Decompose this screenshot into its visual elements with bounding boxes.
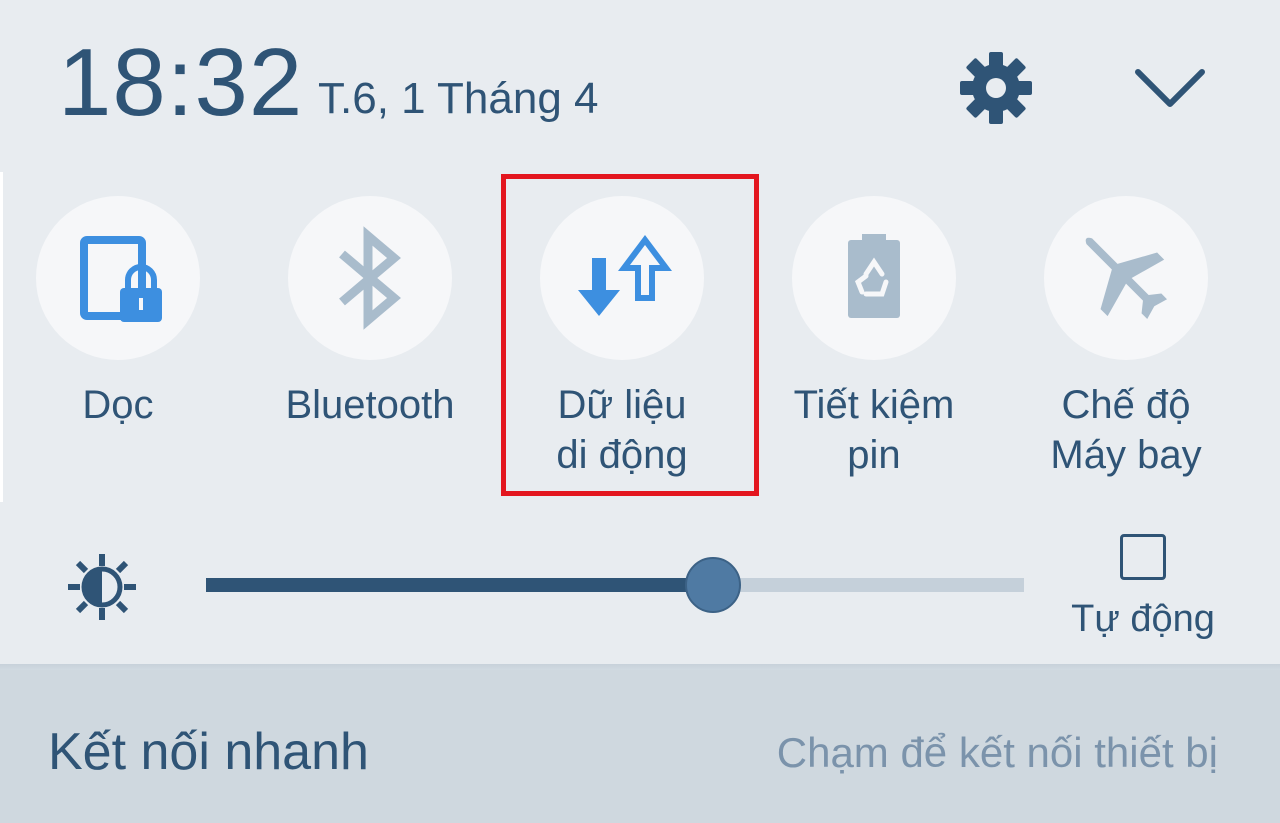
slider-track-fill xyxy=(206,578,713,592)
tile-label: Bluetooth xyxy=(285,383,455,427)
airplane-icon xyxy=(1085,237,1168,320)
brightness-slider[interactable] xyxy=(206,557,1024,613)
quick-connect-title: Kết nối nhanh xyxy=(48,723,369,781)
tile-circle xyxy=(792,196,956,360)
battery-saver-icon xyxy=(848,234,900,318)
tile-circle xyxy=(36,196,200,360)
tile-label: Dọc xyxy=(82,383,154,427)
highlight-box xyxy=(501,174,759,496)
bluetooth-icon xyxy=(339,226,401,330)
tile-label-line1: Chế độ xyxy=(1061,383,1191,427)
tile-portrait[interactable]: Dọc xyxy=(0,196,238,496)
clock-time: 18:32 xyxy=(58,29,304,136)
tile-airplane-mode[interactable]: Chế độ Máy bay xyxy=(1006,196,1246,496)
tile-label-line2: Máy bay xyxy=(1050,433,1202,477)
tile-label-line1: Tiết kiệm xyxy=(793,383,955,427)
auto-brightness-label: Tự động xyxy=(1071,598,1215,640)
auto-brightness-checkbox[interactable] xyxy=(1120,534,1166,580)
expand-button[interactable] xyxy=(1132,58,1208,118)
brightness-icon xyxy=(68,554,136,620)
chevron-down-icon xyxy=(1135,69,1205,107)
tile-circle xyxy=(288,196,452,360)
tile-battery-saver[interactable]: Tiết kiệm pin xyxy=(754,196,994,496)
tile-label-line2: pin xyxy=(847,433,901,477)
quick-panel: 18:32 T.6, 1 Tháng 4 Dọc Bluetooth Dữ li… xyxy=(0,0,1280,672)
tile-bluetooth[interactable]: Bluetooth xyxy=(250,196,490,496)
settings-button[interactable] xyxy=(956,48,1036,128)
brightness-button xyxy=(66,552,142,622)
slider-thumb[interactable] xyxy=(685,557,741,613)
rotation-lock-icon xyxy=(80,236,162,322)
tile-label: Chế độ Máy bay xyxy=(1006,380,1246,480)
quick-connect-hint[interactable]: Chạm để kết nối thiết bị xyxy=(777,726,1218,780)
clock-date: T.6, 1 Tháng 4 xyxy=(318,74,599,123)
gear-icon xyxy=(960,52,1032,124)
tile-circle xyxy=(1044,196,1208,360)
tile-label: Tiết kiệm pin xyxy=(754,380,994,480)
